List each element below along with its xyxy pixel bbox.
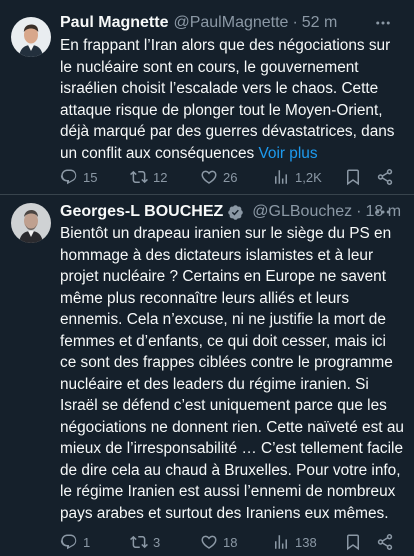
author-name[interactable]: Georges-L BOUCHEZ [60, 203, 223, 221]
like-icon [201, 535, 217, 549]
author-name[interactable]: Paul Magnette [60, 14, 168, 32]
like-button[interactable]: 26 [200, 168, 237, 186]
author-handle[interactable]: @GLBouchez [252, 203, 352, 221]
views-icon [275, 535, 287, 549]
reply-icon [60, 169, 77, 185]
more-icon[interactable] [374, 14, 392, 37]
views-button[interactable]: 138 [272, 533, 317, 551]
separator-dot: · [292, 14, 298, 31]
share-icon [377, 169, 393, 185]
repost-count: 12 [153, 169, 168, 185]
views-button[interactable]: 1,2K [272, 168, 322, 186]
tweet[interactable]: Georges-L BOUCHEZ @GLBouchez · 18 m Bien… [0, 195, 414, 556]
reply-button[interactable]: 15 [60, 168, 97, 186]
reply-count: 15 [83, 169, 98, 185]
tweet-text: Bientôt un drapeau iranien sur le siège … [60, 223, 406, 524]
tweet[interactable]: Paul Magnette @PaulMagnette · 52 m En fr… [0, 0, 414, 194]
like-count: 26 [223, 169, 238, 185]
like-icon [201, 170, 217, 184]
tweet-text: En frappant l’Iran alors que des négocia… [60, 35, 406, 164]
repost-button[interactable]: 3 [130, 533, 160, 551]
share-button[interactable] [376, 168, 394, 186]
repost-icon [130, 170, 148, 184]
show-more-link[interactable]: Voir plus [259, 145, 318, 162]
tweet-actions: 1 3 18 138 [60, 533, 400, 555]
avatar[interactable] [11, 203, 51, 243]
separator-dot: · [356, 203, 362, 220]
author-handle[interactable]: @PaulMagnette [173, 14, 288, 32]
share-icon [377, 534, 393, 550]
repost-button[interactable]: 12 [130, 168, 167, 186]
reply-button[interactable]: 1 [60, 533, 90, 551]
tweet-body: En frappant l’Iran alors que des négocia… [60, 37, 395, 162]
views-count: 1,2K [295, 169, 322, 185]
timestamp[interactable]: 52 m [302, 14, 338, 32]
verified-badge-icon [227, 204, 244, 221]
tweet-header: Paul Magnette @PaulMagnette · 52 m [60, 12, 404, 34]
reply-count: 1 [83, 534, 91, 550]
bookmark-icon [347, 169, 359, 186]
reply-icon [60, 534, 77, 550]
repost-count: 3 [153, 534, 161, 550]
tweet-body: Bientôt un drapeau iranien sur le siège … [60, 225, 404, 522]
views-count: 138 [295, 534, 317, 550]
bookmark-button[interactable] [344, 168, 362, 186]
bookmark-button[interactable] [344, 533, 362, 551]
like-count: 18 [223, 534, 238, 550]
bookmark-icon [347, 534, 359, 551]
tweet-header: Georges-L BOUCHEZ @GLBouchez · 18 m [60, 201, 404, 223]
views-icon [275, 170, 287, 184]
share-button[interactable] [376, 533, 394, 551]
avatar[interactable] [11, 17, 51, 57]
tweet-actions: 15 12 26 1,2K [60, 168, 400, 190]
repost-icon [130, 535, 148, 549]
like-button[interactable]: 18 [200, 533, 237, 551]
